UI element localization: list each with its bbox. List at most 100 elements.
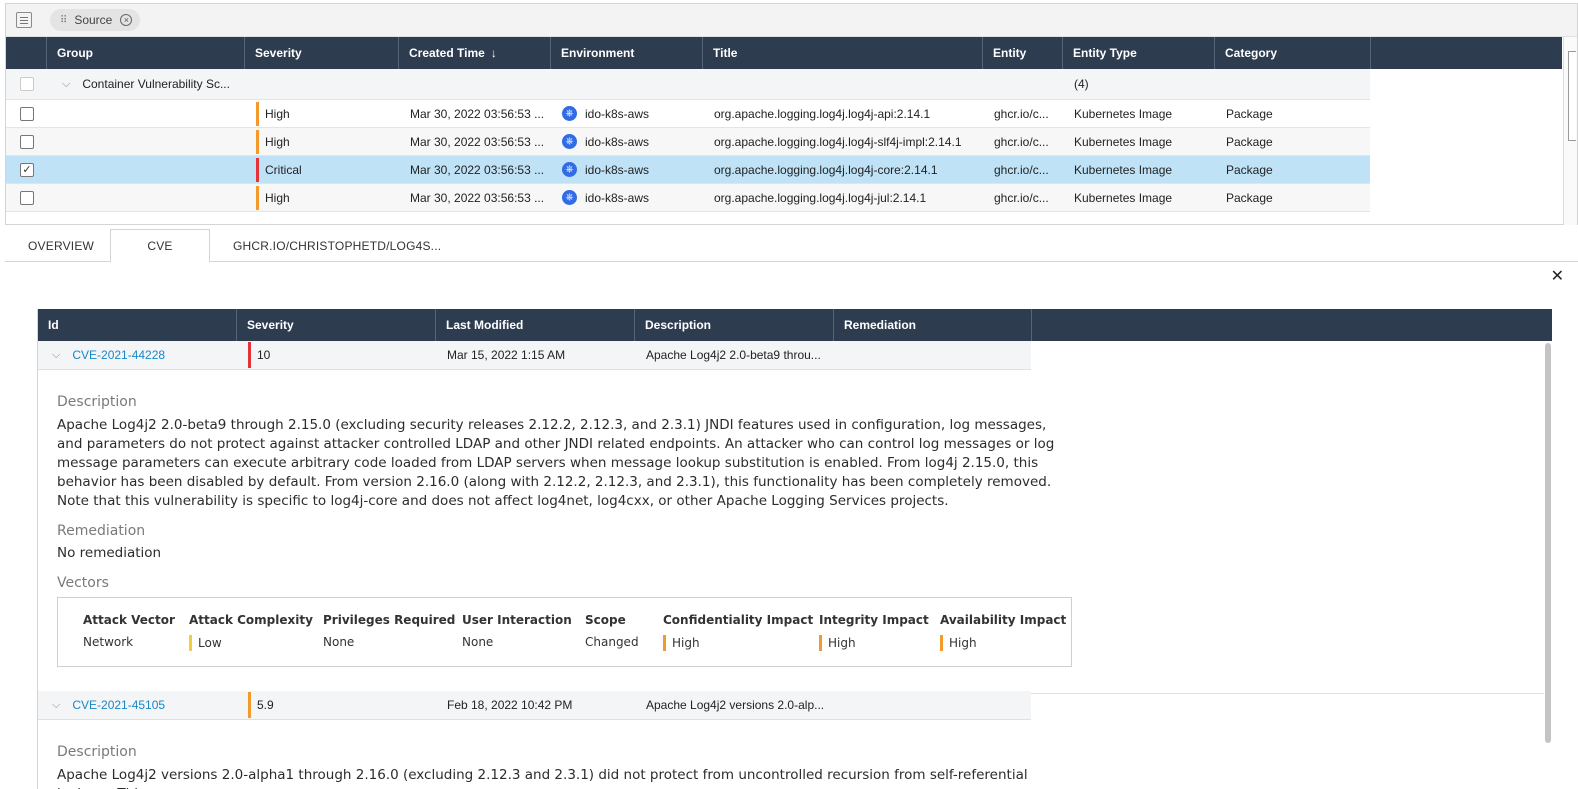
vector-attack-vector: Attack Vector Network (83, 613, 175, 649)
kubernetes-icon: ⎈ (562, 190, 577, 205)
row-checkbox-checked[interactable]: ✓ (20, 162, 34, 177)
tab-image[interactable]: GHCR.IO/CHRISTOPHETD/LOG4S... (215, 229, 459, 262)
grid-vertical-scrollbar[interactable] (1563, 37, 1577, 225)
header-group[interactable]: Group (46, 37, 244, 69)
vector-heading: Integrity Impact (819, 613, 929, 627)
column-chooser-icon[interactable] (16, 12, 32, 28)
header-entity-type[interactable]: Entity Type (1062, 37, 1214, 69)
vector-heading: User Interaction (462, 613, 572, 627)
created-time: Mar 30, 2022 03:56:53 ... (410, 162, 545, 177)
chip-label: Source (74, 13, 113, 27)
level-high-bar (663, 635, 666, 651)
table-row[interactable]: High Mar 30, 2022 03:56:53 ... ⎈ ido-k8s-… (6, 100, 1370, 128)
chevron-down-icon[interactable]: ⌵ (52, 699, 60, 712)
cve-description-short: Apache Log4j2 versions 2.0-alp... (646, 698, 825, 712)
findings-panel: ⠿ Source × Group Severity Created Time ↓… (5, 3, 1578, 225)
chevron-down-icon[interactable]: ⌵ (62, 78, 70, 91)
group-by-chip[interactable]: ⠿ Source × (50, 9, 141, 31)
created-time: Mar 30, 2022 03:56:53 ... (410, 106, 545, 121)
remove-chip-icon[interactable]: × (120, 14, 133, 26)
entity-value: ghcr.io/c... (994, 190, 1049, 205)
vector-user-interaction: User Interaction None (462, 613, 572, 649)
severity-high-bar (256, 101, 259, 126)
remediation-text: No remediation (57, 545, 162, 561)
group-row[interactable]: ⌵ Container Vulnerability Sc... (4) (6, 69, 1370, 100)
kubernetes-icon: ⎈ (562, 106, 577, 121)
cve-detail: Description Apache Log4j2 2.0-beta9 thro… (38, 370, 1552, 667)
header-created-time[interactable]: Created Time ↓ (398, 37, 550, 69)
title-value: org.apache.logging.log4j.log4j-core:2.14… (714, 162, 938, 177)
header-title[interactable]: Title (702, 37, 982, 69)
cve-row[interactable]: ⌵ CVE-2021-44228 10 Mar 15, 2022 1:15 AM … (38, 341, 1031, 370)
environment-value: ido-k8s-aws (585, 190, 650, 205)
row-checkbox[interactable] (20, 190, 34, 205)
description-text: Apache Log4j2 versions 2.0-alpha1 throug… (57, 767, 1028, 789)
vector-value: Network (83, 635, 134, 649)
entity-value: ghcr.io/c... (994, 134, 1049, 149)
severity-critical-bar (256, 157, 259, 182)
vector-availability-impact: Availability Impact High (940, 613, 1066, 651)
header-category[interactable]: Category (1214, 37, 1370, 69)
group-count: (4) (1074, 77, 1089, 91)
vectors-label: Vectors (57, 575, 109, 591)
remediation-label: Remediation (57, 523, 146, 539)
vector-heading: Attack Complexity (189, 613, 313, 627)
group-checkbox[interactable] (20, 77, 34, 91)
vector-value: Changed (585, 635, 639, 649)
header-remediation[interactable]: Remediation (833, 309, 1031, 341)
description-label: Description (57, 744, 137, 760)
cve-id-link[interactable]: CVE-2021-44228 (72, 348, 165, 362)
severity-value: High (265, 134, 290, 149)
vector-privileges-required: Privileges Required None (323, 613, 455, 649)
close-icon[interactable]: ✕ (1551, 266, 1564, 286)
vector-heading: Privileges Required (323, 613, 456, 627)
header-description[interactable]: Description (634, 309, 833, 341)
row-checkbox[interactable] (20, 134, 34, 149)
cve-score: 10 (257, 348, 271, 362)
vector-value: High (672, 636, 700, 650)
severity-value: High (265, 190, 290, 205)
cve-row[interactable]: ⌵ CVE-2021-45105 5.9 Feb 18, 2022 10:42 P… (38, 691, 1031, 720)
header-severity[interactable]: Severity (244, 37, 398, 69)
grid-body: ⌵ Container Vulnerability Sc... (4) High… (6, 69, 1370, 212)
vector-confidentiality-impact: Confidentiality Impact High (663, 613, 813, 651)
table-row[interactable]: High Mar 30, 2022 03:56:53 ... ⎈ ido-k8s-… (6, 184, 1370, 212)
cve-detail: Description Apache Log4j2 versions 2.0-a… (38, 720, 1552, 789)
vector-heading: Scope (585, 613, 626, 627)
severity-critical-bar (248, 342, 251, 368)
cve-vertical-scrollbar[interactable] (1544, 341, 1552, 789)
table-row-selected[interactable]: ✓ Critical Mar 30, 2022 03:56:53 ... ⎈ id… (6, 156, 1370, 184)
scrollbar-thumb[interactable] (1545, 343, 1551, 743)
header-cve-severity[interactable]: Severity (236, 309, 435, 341)
header-filler (1031, 309, 1553, 341)
row-checkbox[interactable] (20, 106, 34, 121)
tab-overview[interactable]: OVERVIEW (10, 229, 112, 262)
severity-high-bar (256, 185, 259, 210)
header-entity[interactable]: Entity (982, 37, 1062, 69)
scrollbar-thumb[interactable] (1568, 51, 1576, 141)
header-id[interactable]: Id (38, 309, 236, 341)
header-environment[interactable]: Environment (550, 37, 702, 69)
entity-type-value: Kubernetes Image (1074, 134, 1173, 149)
tab-cve[interactable]: CVE (110, 229, 210, 263)
group-label: Container Vulnerability Sc... (82, 77, 230, 91)
drag-handle-icon[interactable]: ⠿ (60, 15, 67, 26)
cve-id-link[interactable]: CVE-2021-45105 (72, 698, 165, 712)
severity-value: Critical (265, 162, 302, 177)
vector-attack-complexity: Attack Complexity Low (189, 613, 313, 651)
severity-medium-bar (248, 692, 251, 718)
description-text: Apache Log4j2 2.0-beta9 through 2.15.0 (… (57, 417, 1055, 509)
chevron-down-icon[interactable]: ⌵ (52, 349, 60, 362)
header-last-modified[interactable]: Last Modified (435, 309, 634, 341)
vector-heading: Availability Impact (940, 613, 1067, 627)
entity-type-value: Kubernetes Image (1074, 190, 1173, 205)
vector-heading: Confidentiality Impact (663, 613, 814, 627)
kubernetes-icon: ⎈ (562, 134, 577, 149)
table-row[interactable]: High Mar 30, 2022 03:56:53 ... ⎈ ido-k8s-… (6, 128, 1370, 156)
cve-table: Id Severity Last Modified Description Re… (37, 309, 1552, 789)
created-time: Mar 30, 2022 03:56:53 ... (410, 134, 545, 149)
title-value: org.apache.logging.log4j.log4j-slf4j-imp… (714, 134, 962, 149)
level-high-bar (819, 635, 822, 651)
cve-score: 5.9 (257, 698, 274, 712)
vector-value: None (462, 635, 494, 649)
